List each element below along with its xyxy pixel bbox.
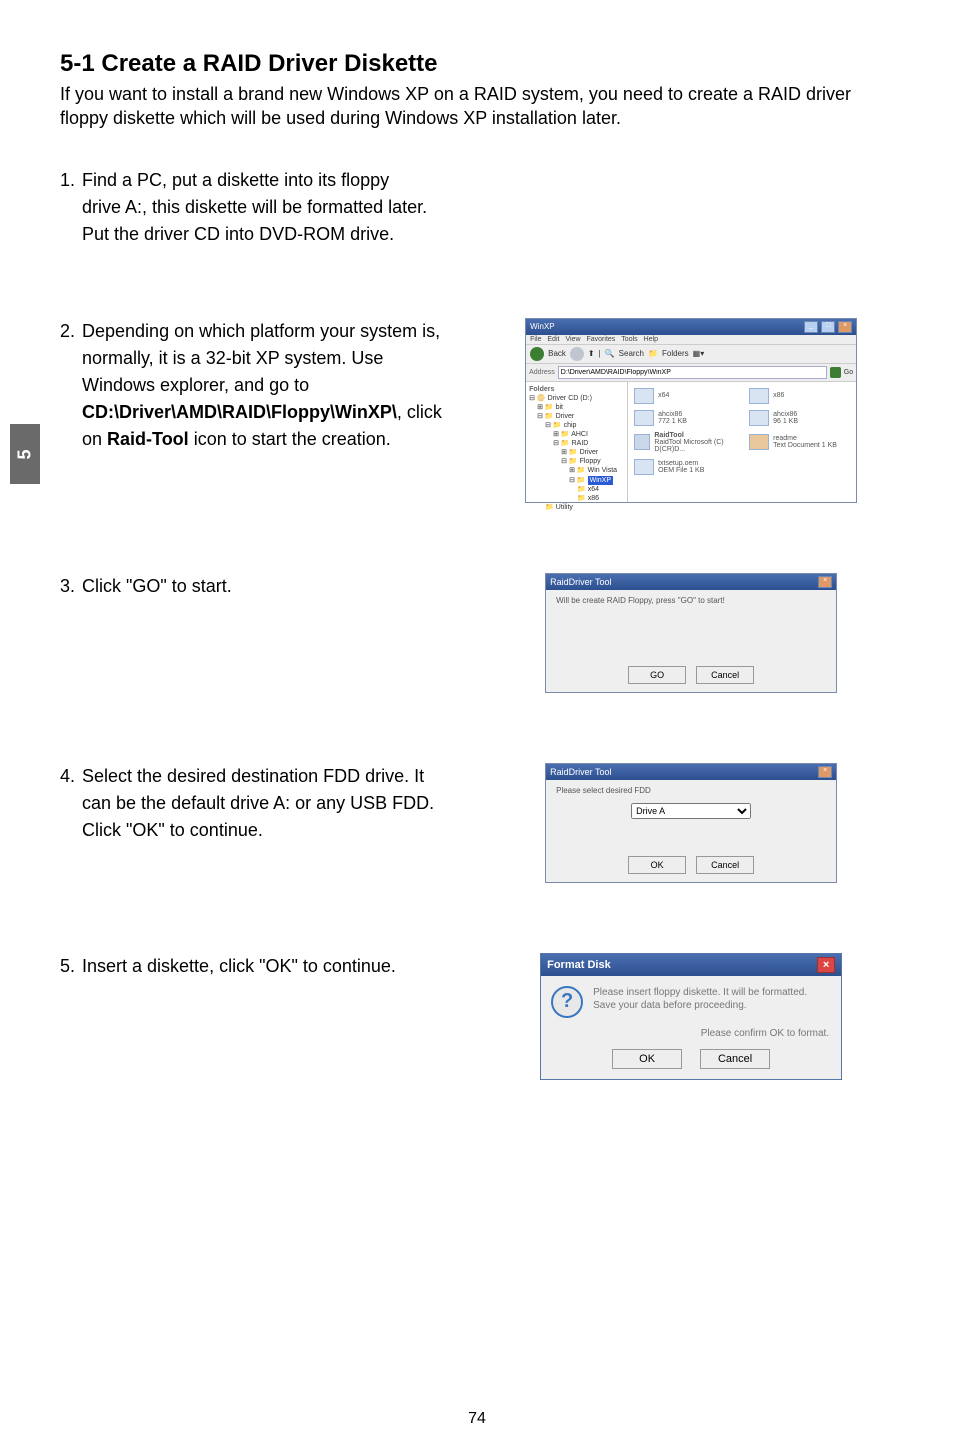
ok-button[interactable]: OK [628, 856, 686, 874]
list-item[interactable]: ahcix86772 1 KB [634, 410, 735, 426]
fdd-dialog-text: Please select desired FDD [556, 786, 826, 795]
step2-path: CD:\Driver\AMD\RAID\Floppy\WinXP\ [82, 402, 397, 422]
go-button[interactable] [830, 367, 841, 378]
chapter-tab: 5 [10, 424, 40, 484]
step2-number: 2. [60, 318, 82, 453]
maximize-button[interactable]: □ [821, 321, 835, 333]
explorer-toolbar[interactable]: Back ⬆ | 🔍Search 📁Folders ▦▾ [526, 344, 856, 364]
explorer-menubar[interactable]: FileEditViewFavoritesToolsHelp [526, 335, 856, 344]
views-icon[interactable]: ▦▾ [693, 349, 705, 358]
list-item[interactable]: readmeText Document 1 KB [749, 432, 850, 453]
go-button[interactable]: GO [628, 666, 686, 684]
go-dialog: RaidDriver Tool × Will be create RAID Fl… [545, 573, 837, 693]
search-icon[interactable]: 🔍 [605, 349, 615, 358]
explorer-title: WinXP [530, 322, 554, 331]
folders-icon[interactable]: 📁 [648, 349, 658, 358]
step1-line3: Put the driver CD into DVD-ROM drive. [82, 224, 394, 244]
cancel-button[interactable]: Cancel [696, 856, 754, 874]
step3-text: Click "GO" to start. [82, 573, 448, 600]
back-icon[interactable] [530, 347, 544, 361]
cancel-button[interactable]: Cancel [696, 666, 754, 684]
format-confirm: Please confirm OK to format. [541, 1028, 841, 1045]
step1-number: 1. [60, 167, 82, 248]
back-label[interactable]: Back [548, 349, 566, 358]
list-item[interactable]: ahcix8696 1 KB [749, 410, 850, 426]
ok-button[interactable]: OK [612, 1049, 682, 1069]
forward-icon[interactable] [570, 347, 584, 361]
section-title: 5-1 Create a RAID Driver Diskette [60, 50, 904, 78]
intro-paragraph: If you want to install a brand new Windo… [60, 82, 904, 131]
step2-tool: Raid-Tool [107, 429, 189, 449]
address-label: Address [529, 369, 555, 376]
close-button[interactable]: × [818, 576, 832, 588]
minimize-button[interactable]: _ [804, 321, 818, 333]
close-button[interactable]: × [838, 321, 852, 333]
explorer-contents[interactable]: x64 x86 ahcix86772 1 KB ahcix8696 1 KB R… [628, 382, 856, 502]
step2-text-pre: Depending on which platform your system … [82, 321, 440, 395]
close-button[interactable]: × [818, 766, 832, 778]
close-button[interactable]: × [817, 957, 835, 973]
go-dialog-title: RaidDriver Tool [550, 577, 611, 587]
raidtool-item[interactable]: RaidToolRaidTool Microsoft (C) D(CR)D... [634, 432, 735, 453]
list-item[interactable]: x86 [749, 388, 850, 404]
format-dialog-title: Format Disk [547, 959, 611, 971]
cancel-button[interactable]: Cancel [700, 1049, 770, 1069]
explorer-window: WinXP _ □ × FileEditViewFavoritesToolsHe… [525, 318, 857, 503]
step4-number: 4. [60, 763, 82, 844]
fdd-dialog: RaidDriver Tool × Please select desired … [545, 763, 837, 883]
folder-tree[interactable]: Folders ⊟ 📀 Driver CD (D:) ⊞ 📁 bit ⊟ 📁 D… [526, 382, 628, 502]
question-icon: ? [551, 986, 583, 1018]
fdd-dialog-title: RaidDriver Tool [550, 767, 611, 777]
drive-select[interactable]: Drive A [631, 803, 751, 819]
step3-number: 3. [60, 573, 82, 600]
go-dialog-text: Will be create RAID Floppy, press "GO" t… [546, 590, 836, 662]
page-number: 74 [0, 1410, 954, 1428]
up-icon[interactable]: ⬆ [588, 349, 595, 358]
format-dialog: Format Disk × ? Please insert floppy dis… [540, 953, 842, 1080]
address-input[interactable] [558, 366, 827, 379]
step1-line2: drive A:, this diskette will be formatte… [82, 197, 427, 217]
format-line1: Please insert floppy diskette. It will b… [593, 986, 831, 999]
step2-text-post: icon to start the creation. [189, 429, 391, 449]
step1-line1: Find a PC, put a diskette into its flopp… [82, 170, 389, 190]
step5-number: 5. [60, 953, 82, 980]
format-line2: Save your data before proceeding. [593, 999, 831, 1012]
list-item[interactable]: txtsetup.oemOEM File 1 KB [634, 459, 735, 475]
step5-text: Insert a diskette, click "OK" to continu… [82, 953, 448, 980]
step4-text: Select the desired destination FDD drive… [82, 763, 448, 844]
list-item[interactable]: x64 [634, 388, 735, 404]
